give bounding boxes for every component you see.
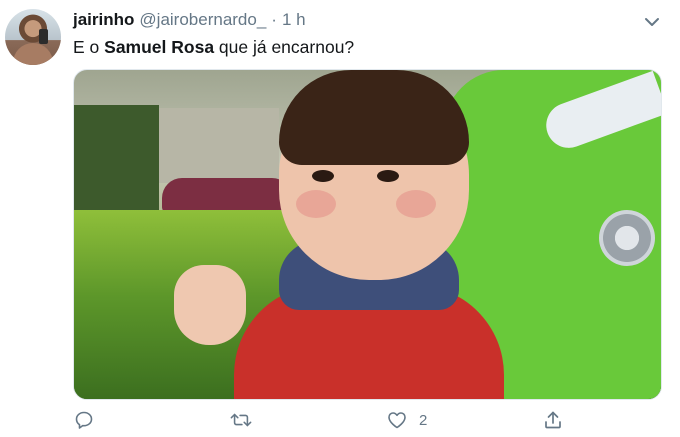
author-handle[interactable]: @jairobernardo_: [139, 10, 266, 30]
photo-house: [159, 108, 279, 183]
chevron-down-icon[interactable]: [642, 12, 662, 32]
photo-cheek-left: [296, 190, 336, 218]
tweet-text-after: que já encarnou?: [214, 37, 355, 57]
avatar[interactable]: [5, 9, 61, 65]
avatar-phone: [39, 29, 48, 44]
author-name[interactable]: jairinho: [73, 10, 134, 30]
separator-dot: ·: [271, 10, 277, 29]
share-button[interactable]: [543, 410, 563, 430]
tweet-header: jairinho @jairobernardo_ · 1 h: [73, 10, 306, 34]
photo-cheek-right: [396, 190, 436, 218]
photo-car: [162, 178, 292, 213]
tweet-text-before: E o: [73, 37, 105, 57]
tweet-text: E o Samuel Rosa que já encarnou?: [73, 37, 354, 58]
reply-button[interactable]: [74, 410, 94, 430]
tweet-text-bold: Samuel Rosa: [104, 37, 215, 57]
photo-raised-hand: [174, 265, 246, 345]
retweet-icon: [230, 413, 252, 427]
tweet-media-photo[interactable]: [73, 69, 662, 400]
heart-icon: [388, 412, 406, 429]
like-count: 2: [419, 411, 428, 429]
tweet-timestamp[interactable]: 1 h: [282, 10, 306, 30]
photo-baby-hair: [279, 70, 469, 165]
photo-eye-right: [377, 170, 399, 182]
like-button[interactable]: 2: [387, 410, 427, 430]
photo-eye-left: [312, 170, 334, 182]
tweet-actions: 2: [73, 410, 573, 436]
reply-icon: [75, 411, 93, 429]
avatar-figure: [13, 43, 53, 65]
retweet-button[interactable]: [230, 410, 252, 430]
photo-toy-wheel: [599, 210, 655, 266]
share-icon: [545, 411, 561, 429]
